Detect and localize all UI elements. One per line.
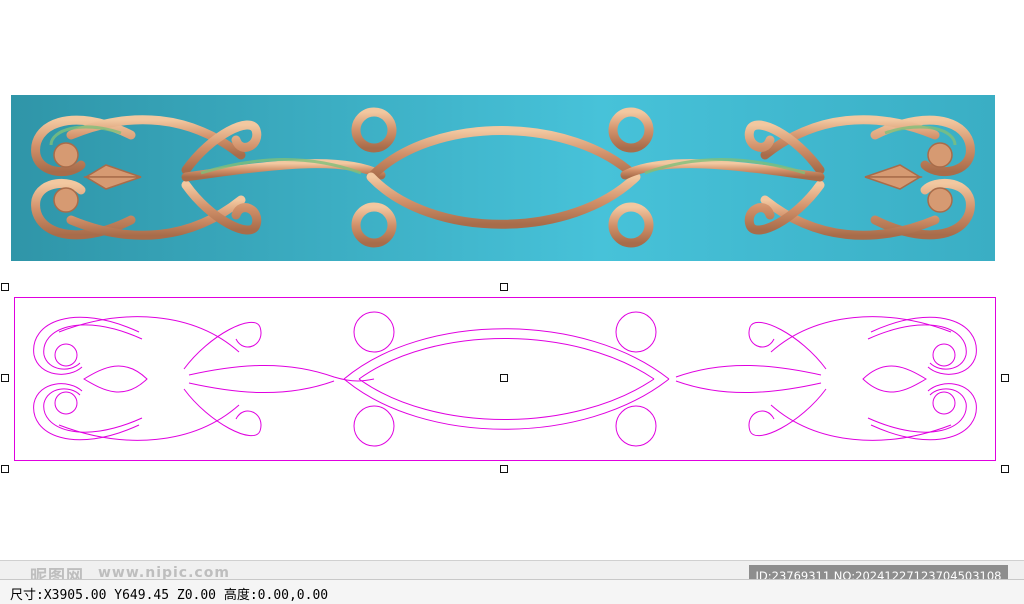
selection-handle-icon[interactable] bbox=[1, 374, 9, 382]
selection-handle-icon[interactable] bbox=[1001, 465, 1009, 473]
dimension-readout: 尺寸:X3905.00 Y649.45 Z0.00 高度:0.00,0.00 bbox=[10, 588, 329, 603]
selection-handle-icon[interactable] bbox=[1001, 374, 1009, 382]
selection-handle-icon[interactable] bbox=[500, 283, 508, 291]
selection-handle-icon[interactable] bbox=[1, 283, 9, 291]
selection-handle-icon[interactable] bbox=[500, 465, 508, 473]
relief-preview bbox=[11, 95, 995, 261]
selection-handle-icon[interactable] bbox=[500, 374, 508, 382]
relief-ornament-graphic bbox=[11, 95, 995, 261]
selection-handle-icon[interactable] bbox=[1, 465, 9, 473]
status-bar: 尺寸:X3905.00 Y649.45 Z0.00 高度:0.00,0.00 bbox=[0, 579, 1024, 604]
design-canvas[interactable] bbox=[0, 0, 1024, 560]
